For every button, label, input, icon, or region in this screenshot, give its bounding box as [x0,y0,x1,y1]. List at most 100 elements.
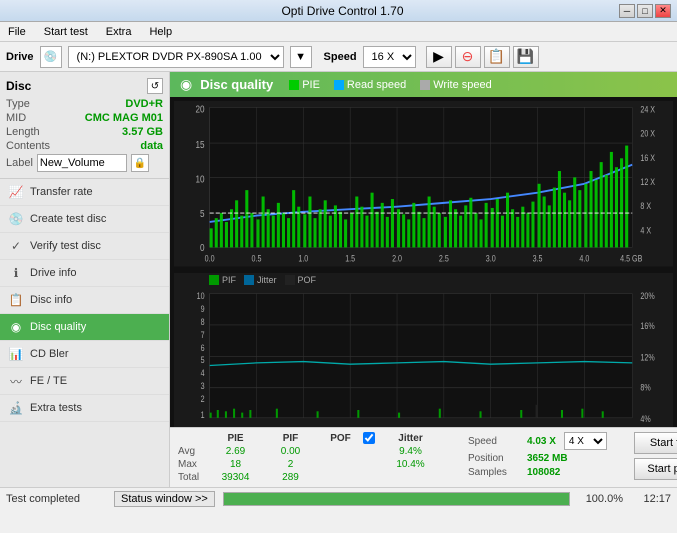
disc-title: Disc [6,79,31,93]
drive-info-icon: ℹ [8,265,24,281]
menubar: File Start test Extra Help [0,22,677,42]
max-pie: 18 [208,459,263,470]
svg-text:4.0: 4.0 [579,425,589,427]
legend-pie-dot [289,80,299,90]
svg-text:4.0: 4.0 [579,254,589,264]
position-value: 3652 MB [527,453,568,464]
legend-read-dot [334,80,344,90]
svg-text:1: 1 [201,410,205,420]
menu-help[interactable]: Help [145,24,176,40]
disc-quality-header-icon: ◉ [180,76,192,93]
disc-length-row: Length 3.57 GB [6,126,163,138]
svg-text:1.5: 1.5 [345,425,355,427]
start-part-button[interactable]: Start part [634,458,677,480]
col-header-pif: PIF [263,433,318,444]
disc-quality-header: ◉ Disc quality PIE Read speed Write spee… [170,72,677,97]
col-header-pie: PIE [208,433,263,444]
minimize-button[interactable]: ─ [619,4,635,18]
maximize-button[interactable]: □ [637,4,653,18]
speed-stat-label: Speed [468,436,523,447]
max-label: Max [178,459,208,470]
statusbar: Test completed Status window >> 100.0% 1… [0,487,677,509]
sidebar-item-disc-info[interactable]: 📋 Disc info [0,287,169,314]
close-button[interactable]: ✕ [655,4,671,18]
app-title: Opti Drive Control 1.70 [66,4,619,18]
start-full-button[interactable]: Start full [634,432,677,454]
drive-eject-icon[interactable]: 💿 [40,46,62,68]
legend-pie-label: PIE [302,79,320,91]
total-label: Total [178,472,208,483]
svg-text:10: 10 [197,290,205,300]
sidebar-item-drive-info[interactable]: ℹ Drive info [0,260,169,287]
drive-save-button[interactable]: 💾 [513,46,539,68]
svg-text:3.5: 3.5 [533,254,543,264]
disc-label-edit-button[interactable]: 🔒 [131,154,149,172]
disc-refresh-button[interactable]: ↺ [147,78,163,94]
sidebar-item-disc-quality[interactable]: ◉ Disc quality [0,314,169,341]
legend-read-label: Read speed [347,79,406,91]
svg-text:0: 0 [200,242,205,253]
drive-copy-button[interactable]: 📋 [484,46,510,68]
verify-test-disc-icon: ✓ [8,238,24,254]
menu-start-test[interactable]: Start test [40,24,92,40]
svg-text:0.0: 0.0 [205,254,215,264]
sidebar-item-extra-tests-label: Extra tests [30,402,82,414]
pof-legend-dot [285,275,295,285]
svg-text:3.0: 3.0 [486,254,496,264]
pif-legend-dot [209,275,219,285]
svg-text:7: 7 [201,330,205,340]
pie-chart: 20 15 10 5 0 24 X 20 X 16 X 12 X 8 X 4 X… [174,101,673,267]
svg-text:12 X: 12 X [640,177,655,187]
menu-extra[interactable]: Extra [102,24,136,40]
speed-label: Speed [324,51,357,63]
create-test-disc-icon: 💿 [8,211,24,227]
svg-text:8: 8 [201,317,205,327]
disc-mid-label: MID [6,112,26,124]
col-header-pof: POF [318,433,363,444]
svg-text:4.5 GB: 4.5 GB [620,254,642,264]
drive-arrow-icon[interactable]: ▼ [290,46,312,68]
speed-select[interactable]: 16 X [363,46,416,68]
svg-text:3: 3 [201,381,205,391]
drive-select[interactable]: (N:) PLEXTOR DVDR PX-890SA 1.00 [68,46,284,68]
disc-label-input[interactable] [37,154,127,172]
sidebar-item-transfer-rate-label: Transfer rate [30,186,93,198]
speed-stat-select[interactable]: 4 X8 X16 X [564,432,607,450]
avg-label: Avg [178,446,208,457]
status-progress-container [223,492,570,506]
svg-text:5: 5 [200,208,205,219]
drive-play-button[interactable]: ▶ [426,46,452,68]
svg-text:2.5: 2.5 [439,254,449,264]
drivebar: Drive 💿 (N:) PLEXTOR DVDR PX-890SA 1.00 … [0,42,677,72]
drive-erase-button[interactable]: ⊖ [455,46,481,68]
disc-label-label: Label [6,157,33,169]
pif-legend-label: PIF [222,275,236,285]
svg-text:9: 9 [201,304,205,314]
status-percent: 100.0% [578,493,623,505]
jitter-legend-label: Jitter [257,275,277,285]
svg-text:8%: 8% [640,382,650,392]
total-pif: 289 [263,472,318,483]
svg-text:0.5: 0.5 [252,254,262,264]
jitter-checkbox[interactable] [363,432,375,444]
sidebar-item-transfer-rate[interactable]: 📈 Transfer rate [0,179,169,206]
right-panel: ◉ Disc quality PIE Read speed Write spee… [170,72,677,487]
disc-length-label: Length [6,126,40,138]
extra-tests-icon: 🔬 [8,400,24,416]
sidebar-item-create-test-disc[interactable]: 💿 Create test disc [0,206,169,233]
svg-text:12%: 12% [640,352,654,362]
sidebar-item-extra-tests[interactable]: 🔬 Extra tests [0,395,169,422]
svg-text:20 X: 20 X [640,129,655,139]
sidebar-item-fe-te[interactable]: 〰 FE / TE [0,368,169,395]
max-pif: 2 [263,459,318,470]
sidebar-item-verify-test-disc[interactable]: ✓ Verify test disc [0,233,169,260]
svg-text:2.0: 2.0 [392,425,402,427]
legend-write-label: Write speed [433,79,492,91]
sidebar-item-cd-bler[interactable]: 📊 CD Bler [0,341,169,368]
status-window-button[interactable]: Status window >> [114,491,215,507]
disc-mid-value: CMC MAG M01 [85,112,163,124]
disc-mid-row: MID CMC MAG M01 [6,112,163,124]
sidebar-item-create-test-disc-label: Create test disc [30,213,106,225]
menu-file[interactable]: File [4,24,30,40]
svg-text:10: 10 [195,174,204,185]
